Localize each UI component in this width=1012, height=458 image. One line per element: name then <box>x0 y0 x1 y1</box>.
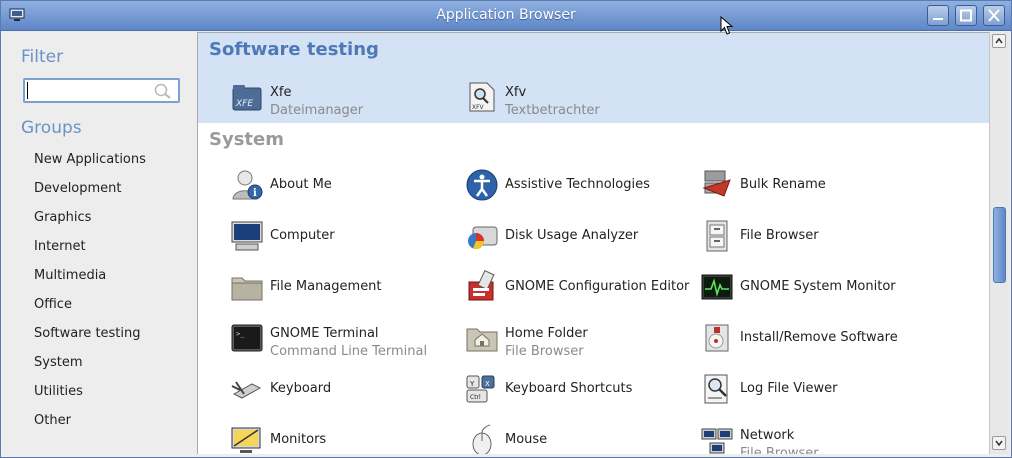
app-assistive-technologies[interactable]: Assistive Technologies <box>465 166 695 206</box>
chevron-up-icon <box>995 37 1003 44</box>
computer-icon <box>231 221 263 251</box>
app-xfv[interactable]: XFV Xfv Textbetrachter <box>465 78 695 118</box>
close-button[interactable] <box>983 5 1005 26</box>
group-office[interactable]: Office <box>34 297 146 326</box>
app-network[interactable]: Network File Browser <box>700 421 930 454</box>
groups-list: New Applications Development Graphics In… <box>34 152 146 442</box>
app-file-browser[interactable]: File Browser <box>700 217 930 257</box>
monitor-icon <box>231 427 261 453</box>
group-other[interactable]: Other <box>34 413 146 442</box>
filter-heading: Filter <box>21 47 64 67</box>
home-folder-icon <box>466 328 498 352</box>
scrollbar-thumb[interactable] <box>993 207 1006 283</box>
app-mouse[interactable]: Mouse <box>465 421 695 454</box>
app-gnome-terminal[interactable]: >_ GNOME Terminal Command Line Terminal <box>230 319 460 359</box>
log-viewer-icon <box>704 374 728 404</box>
svg-text:XFE: XFE <box>235 99 253 109</box>
close-icon <box>988 9 1000 22</box>
maximize-button[interactable] <box>955 5 977 26</box>
sidebar: Filter Groups New Applications Developme… <box>1 32 197 457</box>
group-system[interactable]: System <box>34 355 146 384</box>
svg-text:>_: >_ <box>236 330 245 338</box>
scroll-down-button[interactable] <box>992 436 1006 450</box>
folder-icon <box>231 277 263 301</box>
maximize-icon <box>960 9 972 22</box>
terminal-icon: >_ <box>231 324 263 352</box>
app-about-me[interactable]: i About Me <box>230 166 460 206</box>
app-disk-usage-analyzer[interactable]: Disk Usage Analyzer <box>465 217 695 257</box>
mouse-pointer-icon <box>720 16 734 35</box>
group-graphics[interactable]: Graphics <box>34 210 146 239</box>
application-list: Software testing XFE Xfe Dateimanager XF… <box>197 32 989 454</box>
mouse-icon <box>472 424 492 454</box>
titlebar[interactable]: Application Browser <box>1 1 1011 31</box>
keyboard-shortcuts-icon: Y X Ctrl <box>466 375 495 403</box>
user-info-icon: i <box>232 170 263 200</box>
svg-text:Ctrl: Ctrl <box>470 394 481 401</box>
app-keyboard-shortcuts[interactable]: Y X Ctrl Keyboard Shortcuts <box>465 370 695 410</box>
app-gnome-configuration-editor[interactable]: GNOME Configuration Editor <box>465 268 695 308</box>
application-browser-window: Application Browser Filter Groups New Ap… <box>0 0 1012 458</box>
package-installer-icon <box>705 324 729 352</box>
app-keyboard[interactable]: Keyboard <box>230 370 460 410</box>
section-title-system: System <box>209 129 284 150</box>
section-title-software-testing: Software testing <box>209 39 379 60</box>
window-title: Application Browser <box>436 7 576 23</box>
group-internet[interactable]: Internet <box>34 239 146 268</box>
chevron-down-icon <box>995 440 1003 447</box>
app-computer[interactable]: Computer <box>230 217 460 257</box>
app-file-management[interactable]: File Management <box>230 268 460 308</box>
disk-usage-icon <box>468 226 498 250</box>
app-xfe[interactable]: XFE Xfe Dateimanager <box>230 78 460 118</box>
bulk-rename-icon <box>702 170 731 197</box>
groups-heading: Groups <box>21 118 82 138</box>
system-monitor-icon <box>701 274 733 300</box>
app-bulk-rename[interactable]: Bulk Rename <box>700 166 930 206</box>
group-new-applications[interactable]: New Applications <box>34 152 146 181</box>
search-input[interactable] <box>27 82 147 99</box>
minimize-button[interactable] <box>927 5 949 26</box>
svg-text:Y: Y <box>469 380 475 388</box>
search-icon[interactable] <box>154 83 172 99</box>
app-monitors[interactable]: Monitors <box>230 421 460 454</box>
svg-text:X: X <box>485 380 490 388</box>
app-log-file-viewer[interactable]: Log File Viewer <box>700 370 930 410</box>
accessibility-icon <box>466 169 498 201</box>
group-development[interactable]: Development <box>34 181 146 210</box>
group-multimedia[interactable]: Multimedia <box>34 268 146 297</box>
app-install-remove-software[interactable]: Install/Remove Software <box>700 319 930 359</box>
minimize-icon <box>933 18 943 20</box>
app-home-folder[interactable]: Home Folder File Browser <box>465 319 695 359</box>
app-gnome-system-monitor[interactable]: GNOME System Monitor <box>700 268 930 308</box>
file-cabinet-icon <box>706 220 728 252</box>
group-software-testing[interactable]: Software testing <box>34 326 146 355</box>
group-utilities[interactable]: Utilities <box>34 384 146 413</box>
svg-text:i: i <box>253 188 257 199</box>
xfv-text-viewer-icon: XFV <box>469 82 495 112</box>
scroll-up-button[interactable] <box>992 34 1006 48</box>
config-editor-icon <box>468 270 495 301</box>
svg-text:XFV: XFV <box>472 104 485 111</box>
keyboard-icon <box>231 381 262 399</box>
network-icon <box>701 428 733 454</box>
xfe-file-manager-icon: XFE <box>232 85 262 111</box>
vertical-scrollbar[interactable] <box>989 32 1009 454</box>
search-box[interactable] <box>23 78 180 103</box>
